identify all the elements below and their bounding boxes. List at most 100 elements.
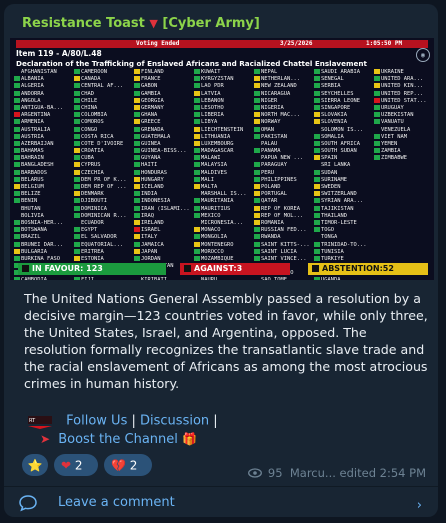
vote-marker-icon [74, 76, 80, 82]
vote-marker-icon [374, 76, 380, 82]
vote-country-name: SYRIAN ARA... [321, 198, 364, 205]
vote-country-name: CANADA [81, 76, 101, 83]
vote-column: UKRAINE UNITED ARA... UNITED KIN... UNITED … [374, 69, 434, 162]
vote-marker-icon [134, 248, 140, 254]
vote-country-row: GEORGIA [134, 97, 194, 105]
vote-marker-icon [254, 148, 260, 154]
chevron-right-icon: ➤ [40, 432, 51, 446]
resistance-toast-logo-icon: RT [26, 412, 56, 430]
vote-country-name: EQUATORIAL... [81, 241, 124, 248]
vote-country-name: NIGER [261, 97, 278, 104]
vote-country-name: UGANDA [321, 277, 340, 280]
vote-marker-icon [74, 176, 80, 182]
chevron-right-icon[interactable]: › [417, 498, 422, 513]
vote-country-row: NICARAGUA [254, 90, 314, 98]
vote-country-row: ANDORRA [14, 90, 74, 98]
vote-marker-icon [134, 227, 140, 233]
vote-marker-icon [14, 162, 20, 168]
channel-name[interactable]: Resistance Toast ▼ [Cyber Army] [22, 16, 260, 31]
vote-country-row: MEXICO [194, 212, 254, 220]
vote-marker-icon [74, 126, 80, 132]
vote-country-row: EQUATORIAL... [74, 241, 134, 249]
vote-country-name: SWEDEN [321, 184, 341, 190]
reaction-star[interactable]: ⭐ [22, 454, 48, 476]
vote-results-image[interactable]: Voting Ended 3/25/2026 1:05:50 PM Item 1… [10, 38, 434, 280]
vote-marker-icon [134, 219, 140, 225]
vote-column: NEPAL NETHERLAN... NEW ZEALAND NICARAGUA NIG… [254, 69, 314, 280]
vote-country-row: LIBYA [194, 119, 254, 126]
vote-country-name: SOLOMON IS... [321, 126, 364, 133]
vote-marker-icon [254, 83, 260, 89]
vote-country-name: BRUNEI DAR... [21, 241, 64, 248]
vote-country-row: NEW ZEALAND [254, 83, 314, 90]
vote-marker-icon [254, 112, 260, 118]
vote-country-row: MALAYSIA [194, 162, 254, 169]
vote-marker-icon [134, 176, 140, 182]
vote-marker-icon [254, 155, 260, 160]
vote-column: FINLAND FRANCE GABON GAMBIA GEORGIA GERMANY GH… [134, 69, 194, 280]
vote-marker-icon [14, 126, 20, 132]
vote-marker-icon [74, 205, 80, 211]
vote-marker-icon [134, 112, 140, 118]
vote-country-name: ESTONIA [81, 255, 104, 262]
svg-text:RT: RT [29, 418, 36, 424]
boost-channel-link[interactable]: Boost the Channel [58, 432, 178, 447]
vote-marker-icon [14, 119, 20, 125]
vote-country-name: NORWAY [261, 119, 281, 126]
vote-country-row: CZECHIA [74, 169, 134, 177]
vote-country-name: LUXEMBOURG [201, 140, 234, 147]
vote-marker-icon [74, 191, 80, 197]
reaction-broken-heart[interactable]: 💔 2 [104, 454, 152, 476]
vote-country-row: DJIBOUTI [74, 198, 134, 205]
vote-country-name: SEYCHELLES [321, 90, 354, 97]
vote-marker-icon [134, 212, 140, 218]
vote-country-row: THAILAND [314, 212, 374, 220]
vote-country-name: CHINA [81, 104, 98, 111]
follow-us-link[interactable]: Follow Us [66, 414, 127, 429]
vote-country-row: CHAD [74, 90, 134, 98]
vote-country-name: DEM REP OF ... [81, 184, 127, 190]
vote-country-row: SLOVENIA [314, 119, 374, 126]
vote-country-name: BAHAMAS [21, 148, 44, 155]
vote-country-name: SERBIA [321, 83, 341, 90]
vote-country-row: MAURITANIA [194, 198, 254, 205]
vote-marker-icon [254, 97, 260, 103]
tally-in-favour: IN FAVOUR: 123 [18, 263, 166, 275]
vote-country-name: BARBADOS [21, 169, 47, 176]
discussion-link[interactable]: Discussion [140, 414, 209, 429]
vote-country-row: SURINAME [314, 176, 374, 184]
reaction-heart[interactable]: ❤ 2 [54, 454, 98, 476]
vote-country-name: UZBEKISTAN [381, 112, 414, 119]
vote-country-row: LIECHTENSTEIN [194, 126, 254, 134]
vote-marker-icon [74, 220, 80, 225]
vote-country-name: FRANCE [141, 76, 161, 83]
vote-marker-icon [314, 176, 320, 182]
vote-country-name: REP OF MOL... [261, 212, 304, 219]
vote-marker-icon [194, 104, 200, 110]
vote-marker-icon [14, 112, 20, 118]
vote-country-row: KIRIBATI [134, 277, 194, 280]
reaction-count: 2 [74, 458, 83, 473]
vote-country-row: SOLOMON IS... [314, 127, 374, 134]
vote-marker-icon [254, 119, 260, 125]
vote-country-name: GUINEA [141, 140, 161, 147]
vote-country-row: SAINT KITTS-... [254, 241, 314, 249]
vote-marker-icon [254, 198, 260, 204]
vote-country-row: GERMANY [134, 104, 194, 112]
vote-country-name: VENEZUELA [381, 126, 411, 133]
vote-country-row: UKRAINE [374, 69, 434, 76]
vote-marker-icon [374, 133, 380, 139]
channel-name-label: Resistance Toast [22, 16, 145, 31]
vote-country-row: SAINT LUCIA [254, 248, 314, 256]
vote-marker-icon [194, 148, 200, 154]
vote-country-row: EGYPT [74, 227, 134, 234]
vote-country-row: RWANDA [254, 234, 314, 241]
vote-country-name: SLOVAKIA [321, 112, 347, 119]
vote-marker-icon [374, 127, 380, 132]
vote-marker-icon [74, 112, 80, 118]
vote-country-name: DEM PR OF K... [81, 176, 127, 183]
vote-country-name: BULGARIA [21, 248, 47, 255]
vote-country-row: ICELAND [134, 184, 194, 191]
vote-country-name: MOZAMBIQUE [201, 255, 234, 262]
vote-country-name: SOMALIA [321, 133, 344, 140]
